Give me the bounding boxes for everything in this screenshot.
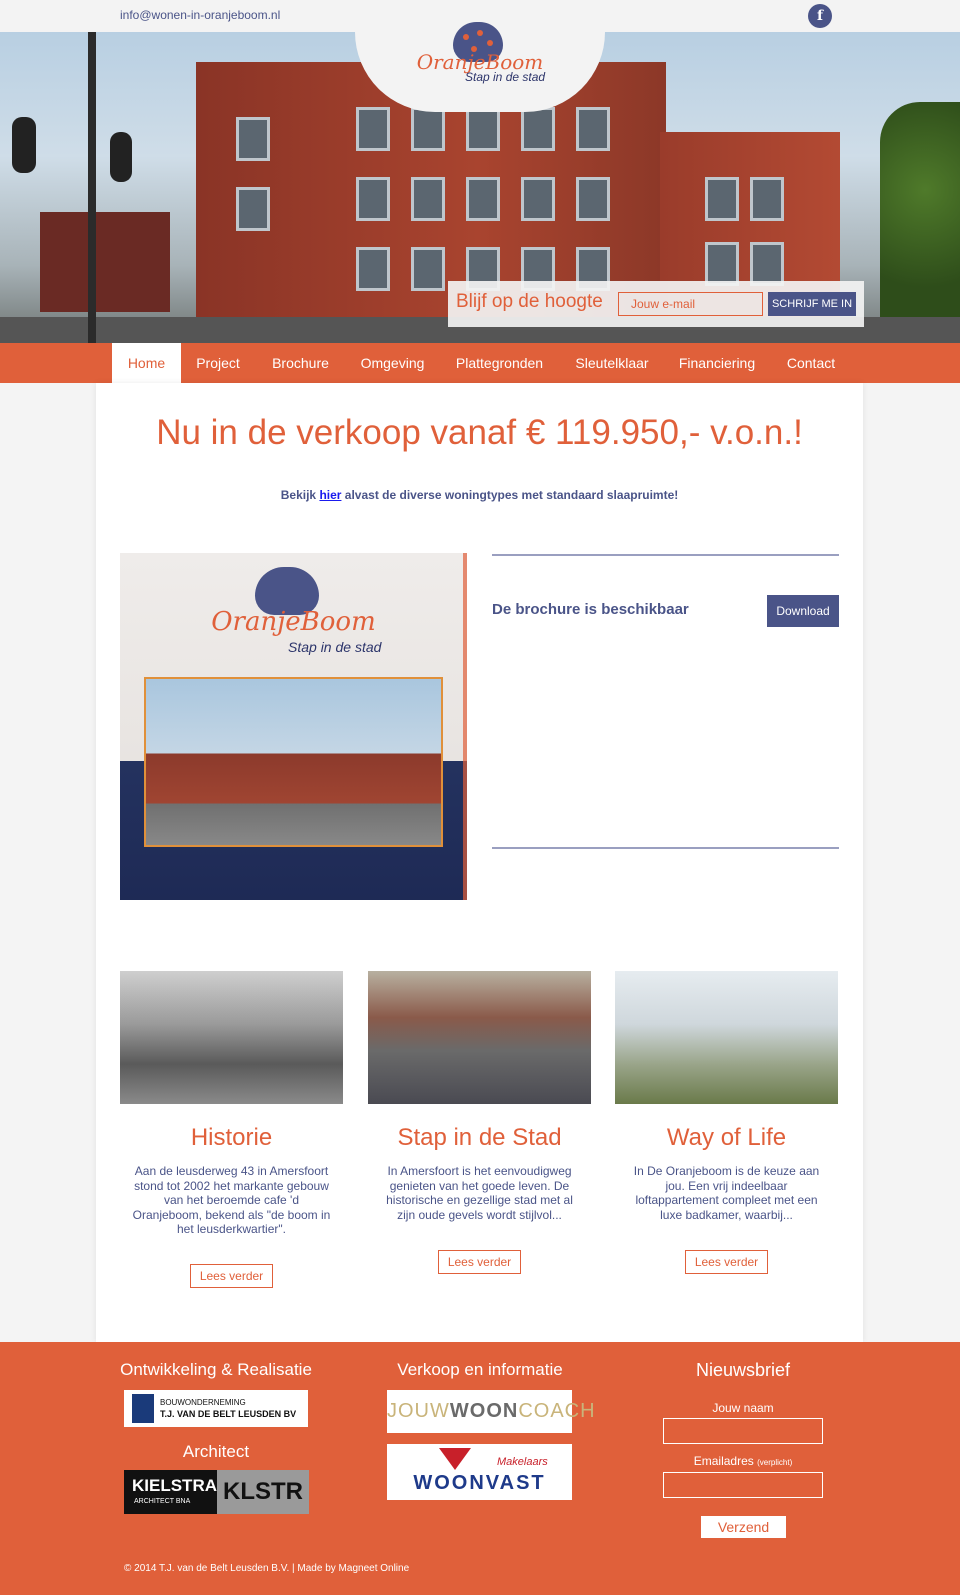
jouwwooncoach-logo[interactable]: JOUWWOONCOACH (387, 1390, 595, 1433)
kielstra-sub: ARCHITECT BNA (134, 1498, 191, 1505)
window (576, 177, 610, 221)
historie-photo (120, 971, 343, 1104)
card-text: In Amersfoort is het eenvoudigweg geniet… (386, 1164, 573, 1222)
copyright: © 2014 T.J. van de Belt Leusden B.V. | M… (124, 1563, 410, 1574)
belt-b-icon (132, 1394, 154, 1423)
footer-architect-title: Architect (182, 1442, 250, 1461)
card-title: Stap in de Stad (397, 1124, 562, 1151)
window (356, 107, 390, 151)
required-note: (verplicht) (757, 1458, 793, 1467)
window (521, 177, 555, 221)
traffic-light (110, 132, 132, 182)
brochure-cover-image[interactable]: OranjeBoom Stap in de stad (120, 553, 467, 900)
nav-item-brochure[interactable]: Brochure (255, 343, 346, 383)
newsletter-signup-box: Blijf op de hoogte SCHRIJF ME IN (448, 281, 864, 327)
newsletter-email-input[interactable] (663, 1472, 823, 1498)
nav-item-plattegronden[interactable]: Plattegronden (439, 343, 560, 383)
card-historie: Historie Aan de leusderweg 43 in Amersfo… (120, 971, 343, 1288)
card-text: Aan de leusderweg 43 in Amersfoort stond… (132, 1164, 331, 1236)
cover-building-photo (144, 677, 443, 847)
window (411, 107, 445, 151)
window (705, 242, 739, 286)
way-of-life-photo (615, 971, 838, 1104)
main-nav: Home Project Brochure Omgeving Plattegro… (0, 343, 960, 383)
jouw-text: JOUW (387, 1400, 450, 1422)
belt-logo-line1: BOUWONDERNEMING (160, 1398, 246, 1407)
hero-building-left (40, 212, 170, 312)
window (705, 177, 739, 221)
cover-logo-tagline: Stap in de stad (288, 639, 382, 655)
coach-text: COACH (518, 1400, 596, 1422)
cover-spine (463, 553, 467, 900)
footer-newsletter-title: Nieuwsbrief (695, 1360, 791, 1380)
brochure-available-text: De brochure is beschikbaar (492, 601, 689, 618)
logo-tagline: Stap in de stad (465, 70, 546, 84)
name-label-text: Jouw naam (712, 1401, 774, 1415)
window (356, 247, 390, 291)
woningtypes-intro: Bekijk hier alvast de diverse woningtype… (96, 488, 863, 502)
woonvast-makelaars: Makelaars (497, 1456, 548, 1468)
card-title: Way of Life (666, 1124, 787, 1151)
kielstra-logo[interactable]: KIELSTRA ARCHITECT BNA KLSTR (124, 1470, 309, 1514)
window (411, 177, 445, 221)
klstr-name: KLSTR (217, 1470, 309, 1514)
divider-bottom (492, 847, 839, 849)
email-label: Emailadres (verplicht) (663, 1454, 823, 1468)
window (466, 107, 500, 151)
card-way-of-life: Way of Life In De Oranjeboom is de keuze… (615, 971, 838, 1274)
window (750, 177, 784, 221)
belt-logo-line2: T.J. VAN DE BELT LEUSDEN BV (160, 1409, 297, 1419)
intro-text-before: Bekijk (280, 488, 317, 502)
nav-item-financiering[interactable]: Financiering (664, 343, 770, 383)
download-button[interactable]: Download (767, 595, 839, 627)
nav-item-sleutelklaar[interactable]: Sleutelklaar (560, 343, 664, 383)
read-more-button[interactable]: Lees verder (190, 1264, 273, 1288)
woningtypes-link[interactable]: hier (319, 488, 341, 502)
read-more-button[interactable]: Lees verder (685, 1250, 768, 1274)
footer: Ontwikkeling & Realisatie BOUWONDERNEMIN… (0, 1342, 960, 1595)
window (466, 177, 500, 221)
facebook-icon[interactable]: f (808, 4, 832, 28)
window (356, 177, 390, 221)
signup-label: Blijf op de hoogte (456, 291, 603, 312)
woonvast-logo[interactable]: Makelaars WOONVAST (387, 1444, 572, 1500)
stad-photo (368, 971, 591, 1104)
card-text: In De Oranjeboom is de keuze aan jou. Ee… (633, 1164, 820, 1222)
footer-sales-title: Verkoop en informatie (397, 1360, 563, 1379)
window (411, 247, 445, 291)
nav-item-home[interactable]: Home (112, 343, 181, 383)
woonvast-v-icon (439, 1448, 471, 1470)
contact-email-link[interactable]: info@wonen-in-oranjeboom.nl (120, 8, 280, 22)
card-title: Historie (190, 1124, 273, 1151)
traffic-light-pole (88, 32, 96, 343)
hero-trees (880, 102, 960, 322)
woonvast-name: WOONVAST (413, 1472, 546, 1494)
price-headline: Nu in de verkoop vanaf € 119.950,- v.o.n… (156, 413, 803, 452)
traffic-light (12, 117, 36, 173)
divider-top (492, 554, 839, 556)
nav-item-omgeving[interactable]: Omgeving (346, 343, 439, 383)
window (750, 242, 784, 286)
signup-email-input[interactable] (618, 292, 763, 316)
signup-button[interactable]: SCHRIJF ME IN (768, 292, 856, 316)
kielstra-name: KIELSTRA (132, 1476, 217, 1495)
cover-logo-name: OranjeBoom (211, 607, 376, 637)
window (576, 107, 610, 151)
read-more-button[interactable]: Lees verder (438, 1250, 521, 1274)
footer-development-title: Ontwikkeling & Realisatie (120, 1360, 312, 1379)
window (521, 107, 555, 151)
intro-text-after: alvast de diverse woningtypes met standa… (344, 488, 679, 502)
send-button[interactable]: Verzend (701, 1516, 786, 1538)
window (236, 187, 270, 231)
nav-item-project[interactable]: Project (181, 343, 255, 383)
newsletter-name-input[interactable] (663, 1418, 823, 1444)
name-label: Jouw naam (663, 1401, 823, 1415)
card-stap-in-de-stad: Stap in de Stad In Amersfoort is het een… (368, 971, 591, 1274)
belt-logo[interactable]: BOUWONDERNEMING T.J. VAN DE BELT LEUSDEN… (124, 1390, 308, 1427)
nav-item-contact[interactable]: Contact (770, 343, 852, 383)
window (236, 117, 270, 161)
email-label-text: Emailadres (693, 1454, 754, 1468)
woon-text: WOON (449, 1400, 519, 1422)
main-content: Nu in de verkoop vanaf € 119.950,- v.o.n… (96, 383, 863, 1342)
